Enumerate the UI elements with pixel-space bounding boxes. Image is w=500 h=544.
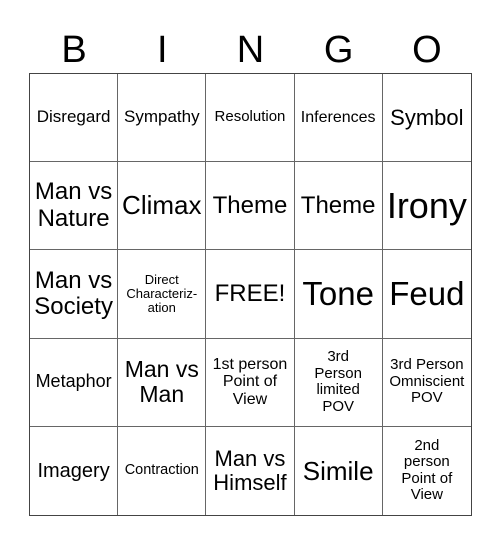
header-letter-i: I [157,29,168,71]
bingo-cell[interactable]: Tone [294,250,383,339]
bingo-cell[interactable]: Feud [382,250,471,339]
bingo-cell[interactable]: Disregard [30,74,119,163]
bingo-cell[interactable]: Imagery [30,426,119,515]
bingo-cell[interactable]: 3rd Person limited POV [294,338,383,427]
bingo-cell[interactable]: Simile [295,426,383,515]
bingo-cell[interactable]: Man vs Man [118,338,207,427]
free-space[interactable]: FREE! [206,250,295,339]
header-letter-o: O [412,29,442,71]
bingo-cell[interactable]: Symbol [382,74,471,163]
bingo-cell[interactable]: Man vs Society [30,250,119,339]
bingo-cell[interactable]: 3rd Person Omniscient POV [382,339,471,427]
bingo-grid: Disregard Sympathy Resolution Inferences… [29,73,472,516]
bingo-cell[interactable]: Resolution [206,74,295,163]
header-letter-g: G [323,29,354,71]
header-letter-n: N [236,29,265,71]
bingo-cell[interactable]: Man vs Nature [30,162,119,251]
bingo-cell[interactable]: Metaphor [30,338,119,427]
bingo-cell[interactable]: Inferences [294,74,383,163]
header-letter-b: B [61,29,87,71]
bingo-cell[interactable]: Contraction [118,426,207,515]
bingo-cell[interactable]: 2nd person Point of View [383,427,471,515]
bingo-cell[interactable]: Theme [206,162,295,251]
bingo-cell[interactable]: Direct Characteriz- ation [118,250,207,339]
bingo-cell[interactable]: Sympathy [118,74,207,163]
bingo-cell[interactable]: 1st person Point of View [206,338,295,427]
bingo-cell[interactable]: Man vs Himself [206,426,295,515]
bingo-cell[interactable]: Theme [294,162,383,251]
bingo-cell[interactable]: Irony [382,162,471,251]
bingo-cell[interactable]: Climax [118,162,207,251]
bingo-header: B I N G O [30,28,471,72]
